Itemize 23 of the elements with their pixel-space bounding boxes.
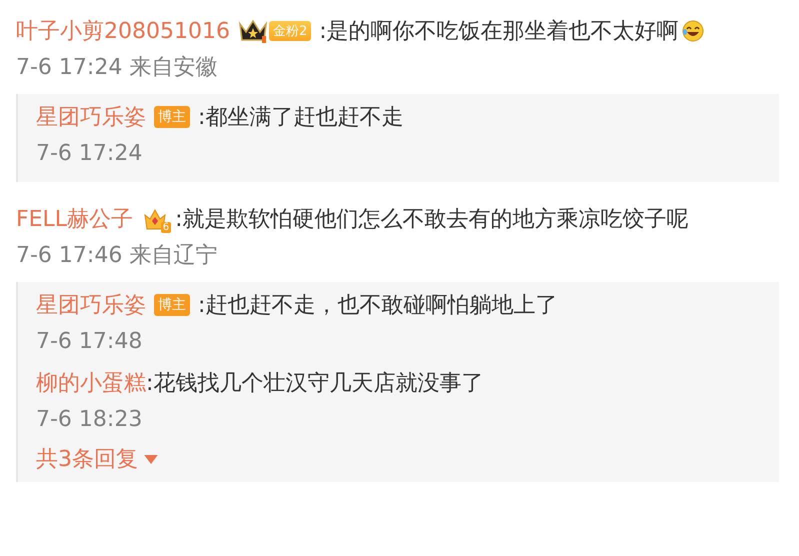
- comment-text: :是的啊你不吃饭在那坐着也不太好啊: [319, 18, 679, 46]
- comment-time: 7-6 17:46 来自辽宁: [16, 242, 218, 270]
- username[interactable]: 星团巧乐姿: [36, 290, 146, 320]
- crown-icon: [238, 18, 268, 44]
- comment-time: 7-6 17:24 来自安徽: [16, 54, 218, 82]
- reply-time: 7-6 17:24: [36, 140, 144, 168]
- reply-text: :都坐满了赶也赶不走: [198, 104, 404, 132]
- username[interactable]: 叶子小剪208051016: [16, 16, 230, 46]
- crown-icon: [143, 207, 168, 231]
- more-replies-link[interactable]: 共3条回复: [36, 444, 158, 474]
- reply-text: :花钱找几个壮汉守几天店就没事了: [146, 370, 484, 398]
- fan-badge: 金粉2: [268, 21, 312, 41]
- username[interactable]: 柳的小蛋糕: [36, 368, 146, 398]
- username[interactable]: 星团巧乐姿: [36, 102, 146, 132]
- reply-text: :赶也赶不走，也不敢碰啊怕躺地上了: [198, 292, 558, 320]
- reply-time: 7-6 18:23: [36, 406, 144, 434]
- level-badge: 6: [160, 222, 172, 233]
- reply-time: 7-6 17:48: [36, 328, 144, 356]
- comment-text: :就是欺软怕硬他们怎么不敢去有的地方乘凉吃饺子呢: [175, 206, 688, 234]
- caret-icon: [144, 454, 158, 464]
- author-tag: 博主: [154, 106, 190, 128]
- author-tag: 博主: [154, 294, 190, 316]
- username[interactable]: FELL赫公子: [16, 204, 134, 234]
